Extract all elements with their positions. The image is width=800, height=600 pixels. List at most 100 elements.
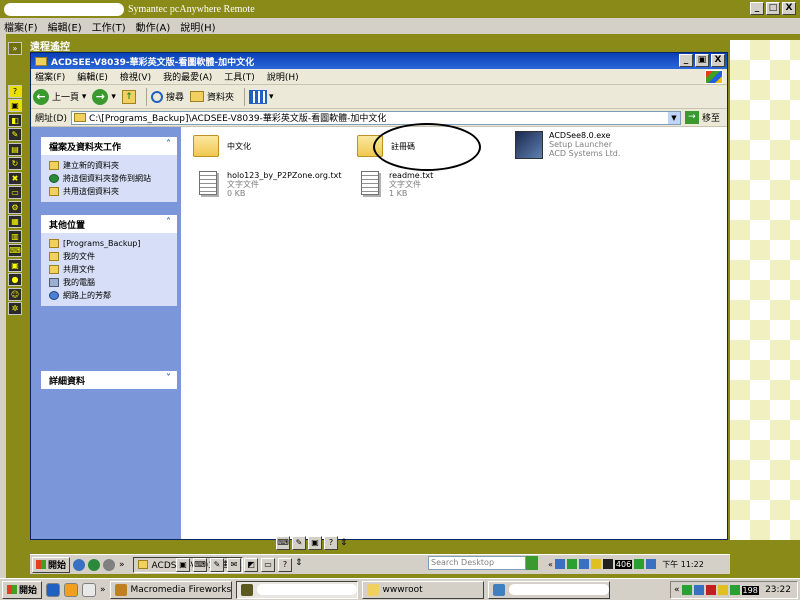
chevron-updown-icon[interactable]: ⇕ [340, 538, 348, 548]
chevron-left-icon[interactable]: « [674, 585, 680, 595]
address-dropdown-icon[interactable]: ▼ [667, 111, 680, 124]
explorer-maximize-button[interactable]: ▣ [695, 54, 709, 67]
screen-icon[interactable]: ▣ [308, 536, 322, 550]
tray-icon[interactable] [729, 585, 740, 595]
quicklaunch-icon[interactable] [88, 558, 101, 571]
quicklaunch-icon[interactable] [73, 558, 86, 571]
address-input[interactable]: C:\[Programs_Backup]\ACDSEE-V8039-華彩英文版-… [70, 110, 681, 125]
chevron-right-icon[interactable]: » [100, 585, 106, 595]
place-programs-backup[interactable]: [Programs_Backup] [49, 237, 169, 250]
tray-icon[interactable] [681, 585, 692, 595]
search-go-icon[interactable] [526, 556, 538, 570]
record-icon[interactable]: ● [8, 273, 22, 286]
file-tasks-header[interactable]: 檔案及資料夾工作 ˄ [41, 137, 177, 155]
screen-icon[interactable]: ▣ [176, 558, 190, 572]
tray-icon[interactable] [554, 559, 565, 569]
search-button[interactable]: 搜尋 [150, 90, 184, 103]
outer-minimize-button[interactable]: _ [750, 2, 764, 15]
users-icon[interactable]: ☺ [8, 287, 22, 301]
file-transfer-icon[interactable]: ▤ [8, 142, 22, 156]
outer-menu-help[interactable]: 說明(H) [180, 19, 215, 34]
outer-maximize-button[interactable]: □ [766, 2, 780, 15]
tray-icon[interactable] [705, 585, 716, 595]
help-icon[interactable]: ? [324, 536, 338, 550]
tray-icon[interactable] [693, 585, 704, 595]
file-item[interactable]: holo123_by_P2PZone.org.txt 文字文件 0 KB [199, 171, 341, 198]
tray-icon[interactable] [566, 559, 577, 569]
explorer-minimize-button[interactable]: _ [679, 54, 693, 67]
tray-icon[interactable] [602, 559, 613, 569]
quicklaunch-icon[interactable] [103, 558, 116, 571]
place-network[interactable]: 網路上的芳鄰 [49, 289, 169, 302]
help-icon[interactable]: ? [8, 84, 22, 98]
chevron-updown-icon[interactable]: ⇕ [295, 558, 303, 572]
tray-icon[interactable] [646, 559, 657, 569]
pen-icon[interactable]: ✎ [292, 536, 306, 550]
host-task-pcanywhere[interactable] [235, 580, 358, 599]
host-start-button[interactable]: 開始 [2, 580, 43, 599]
quicklaunch-icon[interactable] [82, 582, 97, 597]
other-places-header[interactable]: 其他位置 ˄ [41, 215, 177, 233]
host-task-wwwroot[interactable]: wwwroot [361, 580, 484, 599]
up-folder-button[interactable]: ↑ [121, 89, 136, 104]
collapse-icon[interactable]: ˄ [166, 217, 171, 228]
expand-icon[interactable]: ˅ [166, 373, 171, 384]
keyboard-icon[interactable]: ⌨ [193, 558, 207, 572]
back-button[interactable]: ← 上一頁 ▾ [33, 88, 86, 105]
go-button[interactable]: 移至 [702, 111, 720, 124]
lock-icon[interactable]: ▦ [8, 215, 22, 228]
file-transfer-icon[interactable]: ◩ [244, 558, 258, 572]
outer-menu-file[interactable]: 檔案(F) [4, 19, 38, 34]
go-arrow-icon[interactable]: → [684, 111, 699, 124]
screen-icon[interactable]: ▣ [8, 99, 22, 112]
network-icon[interactable]: ✲ [8, 302, 22, 315]
ie-icon[interactable] [46, 582, 61, 597]
outer-menu-actions[interactable]: 動作(A) [136, 19, 171, 34]
file-item[interactable]: 中文化 [193, 135, 251, 157]
file-item[interactable]: ACDSee8.0.exe Setup Launcher ACD Systems… [515, 131, 620, 159]
pen-icon[interactable]: ✎ [210, 558, 224, 572]
tray-icon[interactable] [717, 585, 728, 595]
task-share-folder[interactable]: 共用這個資料夾 [49, 185, 169, 198]
menu-help[interactable]: 說明(H) [267, 70, 299, 83]
rotate-icon[interactable]: ↻ [8, 157, 22, 170]
host-task-fireworks[interactable]: Macromedia Fireworks M... [109, 580, 232, 599]
collapse-icon[interactable]: ˄ [166, 139, 171, 150]
keyboard-icon[interactable]: ⌨ [8, 244, 22, 257]
menu-edit[interactable]: 編輯(E) [77, 70, 108, 83]
outer-menu-tasks[interactable]: 工作(T) [92, 19, 126, 34]
place-shared-documents[interactable]: 共用文件 [49, 263, 169, 276]
settings-icon[interactable]: ⚙ [8, 200, 22, 214]
file-item[interactable]: readme.txt 文字文件 1 KB [361, 171, 433, 198]
place-my-documents[interactable]: 我的文件 [49, 250, 169, 263]
expand-toolbar-icon[interactable]: » [8, 42, 22, 55]
outer-menu-edit[interactable]: 編輯(E) [48, 19, 82, 34]
tray-icon[interactable] [590, 559, 601, 569]
folders-button[interactable]: 資料夾 [189, 90, 234, 103]
chevron-left-icon[interactable]: « [548, 560, 553, 569]
menu-tools[interactable]: 工具(T) [224, 70, 255, 83]
display-icon[interactable]: ▣ [8, 258, 22, 272]
remote-icon[interactable]: ◧ [8, 113, 22, 127]
keyboard-icon[interactable]: ⌨ [276, 536, 290, 550]
display-icon[interactable]: ▭ [261, 558, 275, 572]
menu-file[interactable]: 檔案(F) [35, 70, 65, 83]
help-icon[interactable]: ? [278, 558, 292, 572]
outer-close-button[interactable]: X [782, 2, 796, 15]
forward-button[interactable]: → ▾ [92, 88, 116, 105]
views-button[interactable]: ▾ [248, 89, 274, 104]
task-new-folder[interactable]: 建立新的資料夾 [49, 159, 169, 172]
quicklaunch-icon[interactable] [64, 582, 79, 597]
desktop-search-input[interactable]: Search Desktop [428, 556, 526, 570]
clipboard-icon[interactable]: ▥ [8, 229, 22, 243]
details-header[interactable]: 詳細資料 ˅ [41, 371, 177, 389]
task-publish-web[interactable]: 將這個資料夾發佈到網站 [49, 172, 169, 185]
chat-icon[interactable]: ✉ [227, 558, 241, 572]
menu-view[interactable]: 檢視(V) [120, 70, 151, 83]
host-task-redacted[interactable] [487, 580, 610, 599]
tray-icon[interactable] [578, 559, 589, 569]
chevron-right-icon[interactable]: » [119, 560, 125, 570]
remote-start-button[interactable]: 開始 [32, 556, 71, 573]
disconnect-icon[interactable]: ✖ [8, 171, 22, 185]
explorer-close-button[interactable]: X [711, 54, 725, 67]
